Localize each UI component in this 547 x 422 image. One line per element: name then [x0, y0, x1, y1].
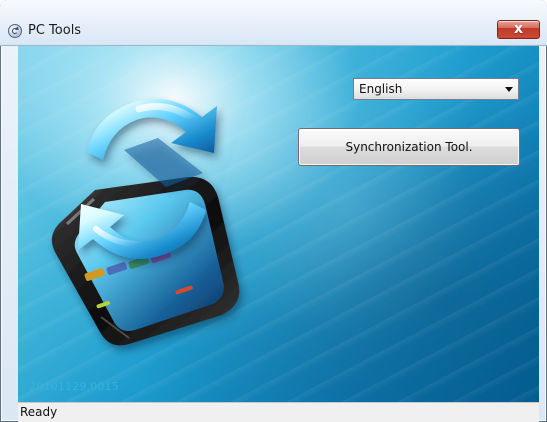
- close-button[interactable]: x: [497, 20, 540, 39]
- chevron-down-icon: [505, 87, 513, 92]
- app-refresh-icon: [8, 24, 22, 38]
- title-bar: PC Tools x: [0, 0, 547, 46]
- status-bar: Ready: [18, 402, 539, 422]
- synchronization-tool-button[interactable]: Synchronization Tool.: [298, 128, 520, 166]
- language-selected-value: English: [359, 82, 403, 96]
- version-label: 20101129.0015: [29, 380, 120, 393]
- close-icon: x: [513, 21, 524, 37]
- window-title: PC Tools: [28, 23, 82, 38]
- status-text: Ready: [20, 405, 58, 419]
- app-window: PC Tools x English Synchronization Tool.…: [0, 0, 547, 422]
- synchronization-tool-label: Synchronization Tool.: [345, 140, 473, 154]
- language-select[interactable]: English: [353, 78, 519, 100]
- phone-sync-icon: [51, 98, 240, 346]
